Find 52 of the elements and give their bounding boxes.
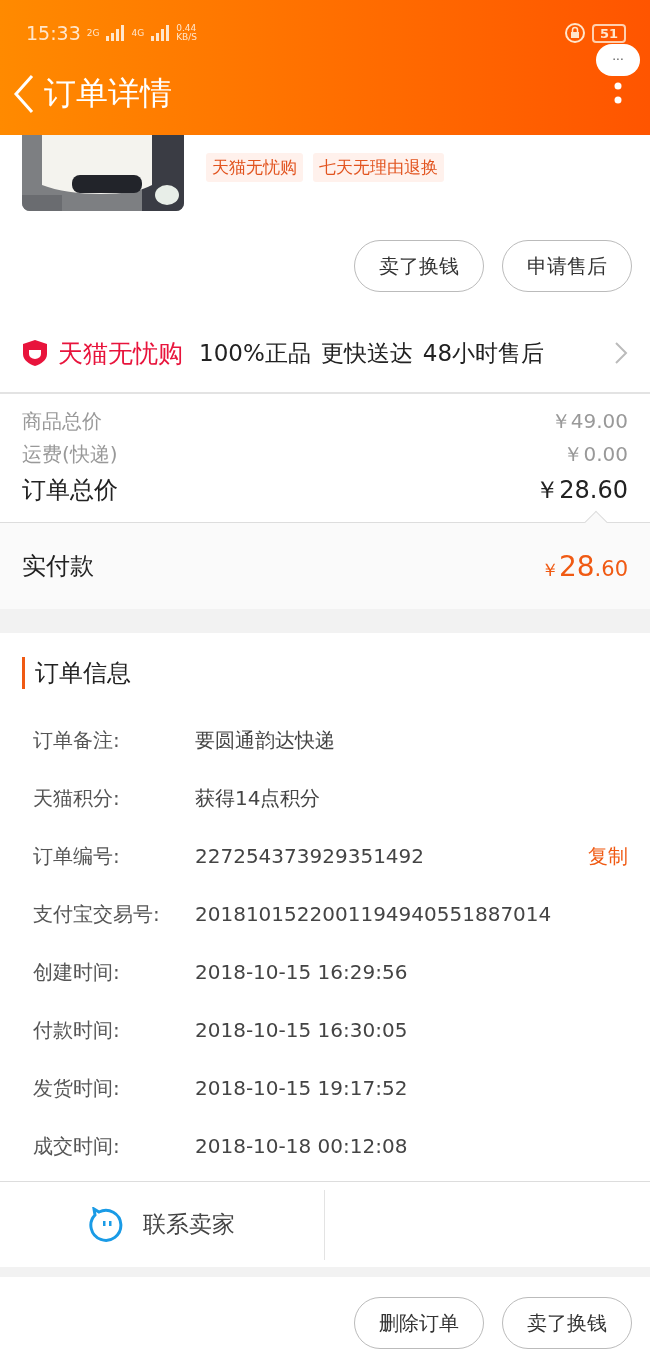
info-value: 2018-10-15 16:30:05: [195, 1018, 409, 1042]
info-value: 要圆通韵达快递: [195, 726, 336, 754]
more-button[interactable]: ···: [596, 44, 640, 76]
info-value: 227254373929351492: [195, 844, 426, 868]
signal-icon: [105, 25, 126, 41]
info-label: 支付宝交易号:: [33, 900, 161, 928]
price-label: 订单总价: [22, 475, 118, 506]
action-button[interactable]: 卖了换钱: [502, 1297, 632, 1349]
feature-text: 更快送达: [320, 338, 413, 368]
menu-icon[interactable]: [614, 82, 622, 104]
price-label: 运费(快递): [22, 441, 118, 468]
info-label: 成交时间:: [33, 1132, 121, 1160]
price-label: 商品总价: [22, 408, 102, 435]
price-value: ￥0.00: [563, 441, 628, 468]
network-label: 4G: [131, 28, 145, 38]
contact-seller-button[interactable]: 联系卖家: [0, 1189, 325, 1260]
shield-icon: [22, 339, 48, 367]
action-button[interactable]: 申请售后: [502, 240, 632, 292]
info-label: 订单备注:: [33, 726, 121, 754]
service-tag: 天猫无忧购: [206, 153, 303, 182]
speed-unit: KB/S: [176, 33, 197, 42]
service-tag: 七天无理由退换: [313, 153, 444, 182]
back-icon[interactable]: [12, 74, 36, 114]
info-value: 2018101522001194940551887014: [195, 902, 553, 926]
action-button[interactable]: 删除订单: [354, 1297, 484, 1349]
page-title: 订单详情: [44, 73, 172, 114]
brand-name: 天猫无忧购: [58, 337, 183, 370]
info-value: 2018-10-18 00:12:08: [195, 1134, 409, 1158]
section-title: 订单信息: [22, 657, 628, 689]
paid-amount: ￥28.60: [540, 549, 628, 583]
price-value: ￥49.00: [550, 408, 628, 435]
lock-icon: [563, 22, 586, 44]
status-time: 15:33: [26, 22, 81, 44]
info-value: 获得14点积分: [195, 784, 322, 812]
signal-icon: [150, 25, 171, 41]
network-speed: 0.44: [176, 24, 197, 33]
info-label: 创建时间:: [33, 958, 121, 986]
chevron-right-icon[interactable]: [614, 341, 628, 365]
price-value: ￥28.60: [535, 475, 628, 506]
battery-indicator: 51: [591, 23, 626, 43]
feature-text: 48小时售后: [422, 338, 545, 368]
info-label: 发货时间:: [33, 1074, 121, 1102]
info-label: 订单编号:: [33, 842, 121, 870]
paid-label: 实付款: [22, 551, 94, 582]
info-value: 2018-10-15 16:29:56: [195, 960, 409, 984]
chat-face-icon: [89, 1206, 125, 1243]
info-label: 天猫积分:: [33, 784, 121, 812]
network-label: 2G: [86, 28, 100, 38]
action-button[interactable]: 卖了换钱: [354, 240, 484, 292]
info-label: 付款时间:: [33, 1016, 121, 1044]
feature-text: 100%正品: [199, 338, 311, 368]
info-value: 2018-10-15 19:17:52: [195, 1076, 409, 1100]
